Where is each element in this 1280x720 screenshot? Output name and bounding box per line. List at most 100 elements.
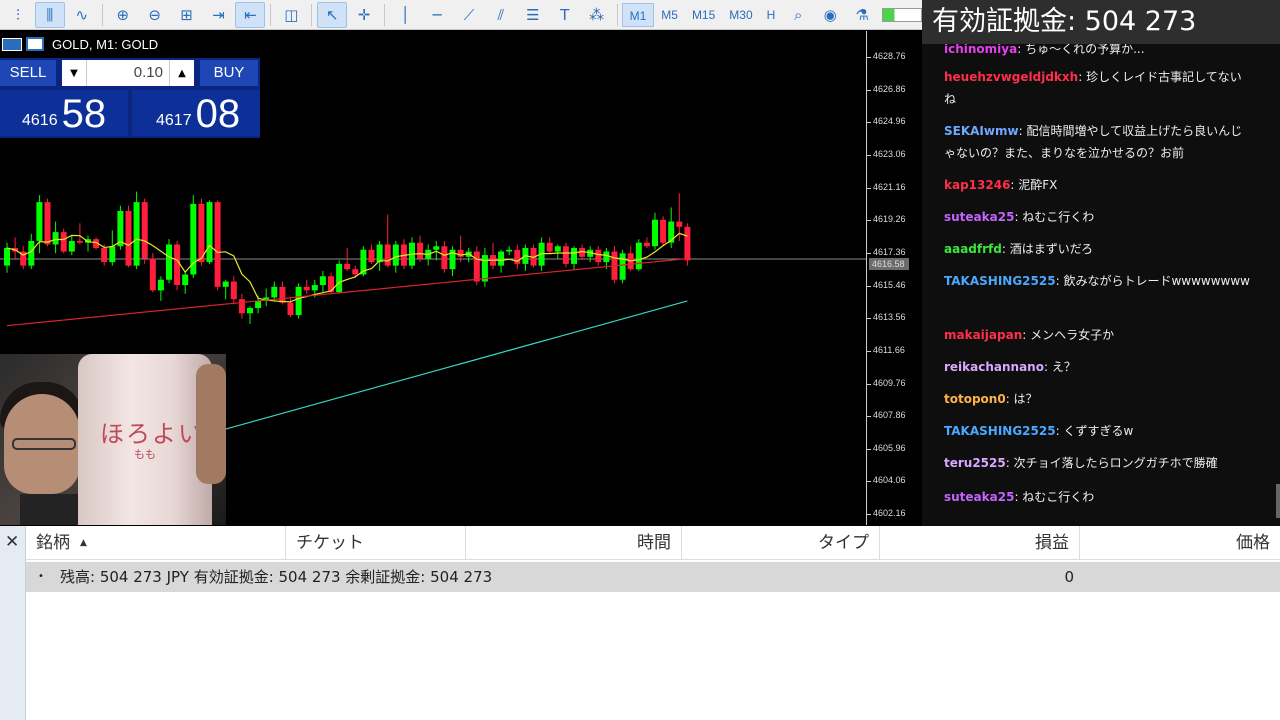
chat-username[interactable]: teru2525 (944, 456, 1006, 470)
timeframe-m30[interactable]: M30 (722, 3, 759, 27)
candle-body (344, 263, 351, 270)
chat-separator: : (1005, 456, 1014, 470)
chat-username[interactable]: reikachannano (944, 360, 1044, 374)
streamer-glasses (12, 438, 76, 450)
candlestick-chart-icon[interactable]: ⫼ (34, 1, 65, 28)
crosshair-icon[interactable]: ✛ (349, 2, 379, 28)
chat-message: teru2525: 次チョイ落したらロングガチホで勝確 (944, 452, 1250, 474)
candle-body (643, 242, 650, 247)
connection-indicator (882, 7, 922, 22)
bid-price[interactable]: 4616 58 (0, 90, 128, 136)
candle-body (562, 246, 569, 264)
chat-username[interactable]: aaadfrfd (944, 242, 1002, 256)
balance-row[interactable]: • 残高: 504 273 JPY 有効証拠金: 504 273 余剰証拠金: … (26, 562, 1280, 592)
chat-separator: : (1043, 360, 1052, 374)
candle-body (441, 246, 448, 270)
chat-username[interactable]: ichinomiya (944, 44, 1017, 56)
timeframe-m15[interactable]: M15 (685, 3, 722, 27)
chat-message: heuehzvwgeldjdkxh: 珍しくレイド古事記してないね (944, 66, 1250, 110)
toolbar-separator (384, 3, 386, 26)
column-ticket[interactable]: チケット (286, 526, 466, 560)
lot-size-stepper[interactable]: ▼ 0.10 ▲ (62, 60, 194, 86)
streamer-shirt (20, 494, 80, 525)
lot-decrease-icon[interactable]: ▼ (62, 68, 86, 79)
chat-text: メンヘラ女子か (1030, 328, 1115, 342)
signal-icon[interactable]: ⚗ (847, 2, 877, 28)
chat-username[interactable]: suteaka25 (944, 210, 1014, 224)
candle-body (4, 248, 10, 266)
shapes-icon[interactable]: ⁂ (582, 2, 612, 28)
lot-increase-icon[interactable]: ▲ (170, 68, 194, 79)
chat-text: ちゅ〜くれの予算か... (1025, 44, 1145, 56)
buy-button[interactable]: BUY (200, 60, 258, 86)
candle-body (684, 226, 691, 261)
column-symbol[interactable]: 銘柄 (26, 526, 286, 560)
chat-username[interactable]: kap13246 (944, 178, 1010, 192)
chat-username[interactable]: TAKASHING2525 (944, 424, 1056, 438)
price-chart[interactable]: GOLD, M1: GOLD SELL ▼ 0.10 ▲ BUY 4616 58… (0, 31, 922, 525)
timeframe-m5[interactable]: M5 (654, 3, 685, 27)
close-icon[interactable]: ✕ (5, 532, 19, 552)
total-profit: 0 (1064, 568, 1074, 586)
trendline-icon[interactable]: ⟋ (454, 2, 484, 28)
cursor-icon[interactable]: ↖ (317, 1, 348, 28)
candle-body (352, 269, 359, 275)
candle-body (279, 286, 286, 303)
chart-menu-icon[interactable] (2, 37, 22, 51)
chart-window-icon[interactable] (26, 37, 44, 51)
chat-username[interactable]: totopon0 (944, 392, 1006, 406)
timeframe-h[interactable]: H (760, 3, 783, 27)
chat-username[interactable]: SEKAIwmw (944, 124, 1019, 138)
chat-message: totopon0: は？ (944, 388, 1250, 410)
column-price[interactable]: 価格 (1080, 526, 1280, 560)
webcam-overlay: ほろよい もも (0, 354, 226, 525)
price-tick-label: 4626.86 (867, 83, 906, 94)
candle-body (392, 244, 399, 266)
candle-body (668, 221, 675, 243)
toolbar-separator (101, 3, 103, 26)
chat-username[interactable]: makaijapan (944, 328, 1022, 342)
price-axis[interactable]: 4628.76 4626.86 4624.96 4623.06 4621.16 4619.… (866, 31, 922, 525)
autoscroll-icon[interactable]: ⇤ (235, 1, 266, 28)
price-tick-label: 4617.36 (867, 246, 906, 257)
search-icon[interactable]: ⌕ (783, 2, 813, 28)
chat-scrollbar[interactable] (1276, 484, 1280, 518)
account-icon[interactable]: ◉ (815, 2, 845, 28)
candle-body (457, 249, 464, 257)
channel-icon[interactable]: ⫽ (486, 2, 516, 28)
chat-separator: : (1078, 70, 1087, 84)
column-type[interactable]: タイプ (682, 526, 880, 560)
candle-body (546, 242, 553, 252)
chart-shift-icon[interactable]: ⇥ (204, 2, 234, 28)
chat-username[interactable]: suteaka25 (944, 490, 1014, 504)
line-chart-icon[interactable]: ∿ (67, 2, 97, 28)
candle-body (384, 244, 391, 266)
candle-body (149, 258, 156, 291)
column-time[interactable]: 時間 (466, 526, 682, 560)
chat-username[interactable]: TAKASHING2525 (944, 274, 1056, 288)
timeframe-m1[interactable]: M1 (621, 2, 655, 27)
candle-body (676, 221, 683, 227)
candle-body (571, 248, 577, 264)
price-tick-label: 4615.46 (867, 279, 906, 290)
candle-body (506, 249, 513, 252)
column-profit[interactable]: 損益 (880, 526, 1080, 560)
chat-text: ねむこ行くわ (1022, 210, 1095, 224)
vertical-line-icon[interactable]: │ (390, 2, 420, 28)
price-tick-label: 4611.66 (867, 344, 905, 355)
screenshot-icon[interactable]: ◫ (276, 2, 306, 28)
horizontal-line-icon[interactable]: ─ (422, 2, 452, 28)
zoom-out-icon[interactable]: ⊖ (140, 2, 170, 28)
ask-price[interactable]: 4617 08 (132, 90, 260, 136)
fibonacci-icon[interactable]: ☰ (518, 2, 548, 28)
chat-username[interactable]: heuehzvwgeldjdkxh (944, 70, 1078, 84)
chat-message: makaijapan: メンヘラ女子か (944, 324, 1250, 346)
lot-size-input[interactable]: 0.10 (86, 60, 170, 86)
chat-message: suteaka25: ねむこ行くわ (944, 486, 1250, 508)
zoom-in-icon[interactable]: ⊕ (108, 2, 138, 28)
tile-windows-icon[interactable]: ⊞ (172, 2, 202, 28)
candle-body (433, 246, 440, 250)
bar-chart-icon[interactable]: ⫶ (3, 2, 33, 28)
text-icon[interactable]: T (550, 2, 580, 28)
sell-button[interactable]: SELL (0, 60, 56, 86)
